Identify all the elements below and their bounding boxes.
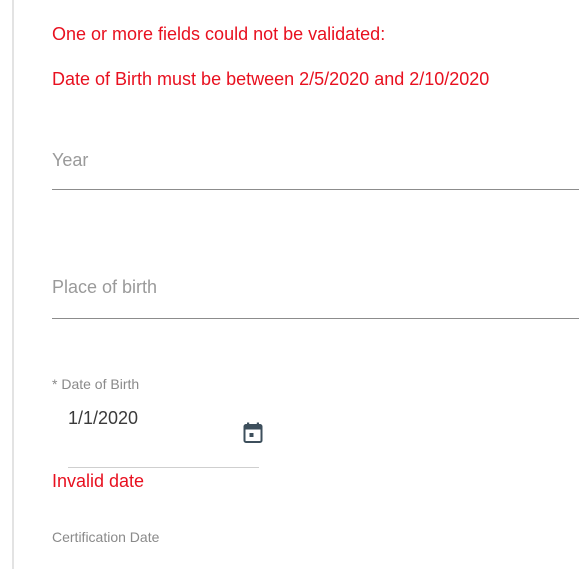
year-underline [52, 189, 579, 190]
form-page: One or more fields could not be validate… [0, 0, 579, 569]
date-of-birth-input[interactable]: 1/1/2020 [68, 408, 138, 429]
year-placeholder: Year [52, 150, 89, 170]
left-divider [12, 0, 14, 569]
place-of-birth-underline [52, 318, 579, 319]
year-field[interactable]: Year [52, 150, 579, 192]
place-of-birth-field[interactable]: Place of birth [52, 277, 579, 321]
validation-summary-heading: One or more fields could not be validate… [52, 24, 386, 44]
calendar-icon[interactable] [243, 422, 263, 444]
place-of-birth-placeholder: Place of birth [52, 277, 158, 297]
date-of-birth-label: * Date of Birth [52, 376, 140, 392]
date-of-birth-error: Invalid date [52, 471, 145, 491]
validation-error-item: Date of Birth must be between 2/5/2020 a… [52, 69, 490, 89]
date-of-birth-underline [68, 467, 259, 468]
certification-date-label: Certification Date [52, 529, 160, 545]
